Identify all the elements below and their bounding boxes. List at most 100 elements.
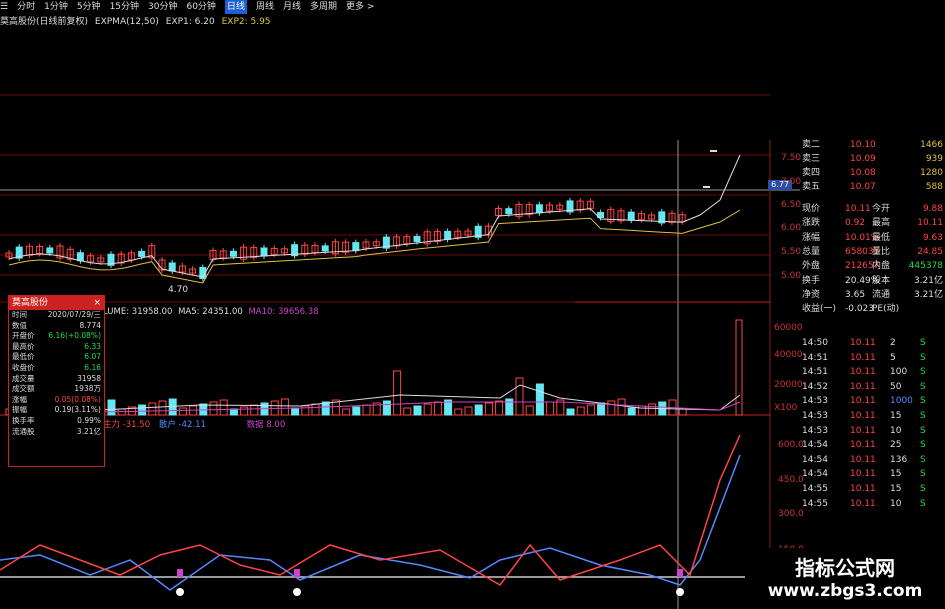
- volume-bar: [403, 407, 412, 416]
- tick-row: 14:54 10.11 136 S: [800, 454, 945, 466]
- tick-side: S: [920, 498, 926, 509]
- quote-label: 流通: [872, 289, 891, 300]
- tick-time: 14:51: [802, 367, 828, 378]
- tick-price: 10.11: [850, 425, 876, 436]
- data-window-key: 时间: [12, 310, 27, 319]
- order-volume: 1466: [920, 140, 943, 150]
- tick-row: 14:51 10.11 5 S: [800, 352, 945, 364]
- volume-bar: [648, 403, 657, 416]
- candle-body: [505, 208, 513, 215]
- quote-row: 涨幅 10.01% 最低 9.63: [800, 232, 945, 244]
- period-tab[interactable]: 日线: [224, 0, 247, 14]
- volume-bar: [168, 398, 177, 416]
- volume-bar: [597, 402, 606, 416]
- data-window-title: 莫高股份: [12, 298, 49, 308]
- volume-bar: [250, 404, 259, 416]
- tick-row: 14:52 10.11 50 S: [800, 381, 945, 393]
- data-window-value: 6.33: [84, 341, 101, 351]
- order-volume: 1280: [920, 168, 943, 178]
- quote-value: 24.85: [917, 246, 943, 257]
- period-tab[interactable]: 月线: [283, 0, 301, 14]
- tick-price: 10.11: [850, 367, 876, 378]
- period-tab[interactable]: 1分钟: [44, 0, 68, 14]
- tick-volume: 1000: [890, 396, 913, 407]
- watermark-url: www.zbgs3.com: [767, 581, 923, 601]
- period-tab[interactable]: 多周期: [310, 0, 337, 14]
- data-window-row: 数值 8.774: [9, 321, 104, 332]
- candle-body: [627, 211, 635, 221]
- quote-label: 股本: [872, 275, 891, 286]
- tick-side: S: [920, 454, 926, 465]
- volume-bar: [607, 400, 616, 416]
- tick-volume: 5: [890, 352, 896, 363]
- volume-axis-label: 20000: [774, 380, 803, 390]
- buy-signal-icon: [176, 588, 184, 596]
- period-tab[interactable]: 15分钟: [110, 0, 139, 14]
- quote-value: -0.023: [845, 304, 875, 315]
- quote-value: 0.92: [845, 218, 866, 229]
- quote-value: 445378: [908, 261, 943, 272]
- quote-label: 涨跌: [802, 218, 821, 229]
- quote-value: 10.11: [917, 218, 943, 229]
- price-axis-label: 6.50: [781, 200, 802, 210]
- data-window-key: 涨幅: [12, 394, 27, 404]
- data-window-header[interactable]: 莫高股份 ×: [9, 296, 104, 310]
- data-window-row: 换手率 0.99%: [9, 416, 104, 427]
- order-label: 卖四: [802, 168, 821, 178]
- tick-side: S: [920, 396, 926, 407]
- volume-bar: [678, 408, 687, 416]
- volume-axis-unit: X100: [774, 403, 798, 413]
- volume-bar: [525, 405, 534, 416]
- volume-bar: [505, 398, 514, 416]
- tick-row: 14:51 10.11 100 S: [800, 366, 945, 378]
- tick-time: 14:53: [802, 425, 828, 436]
- tick-row: 14:55 10.11 15 S: [800, 483, 945, 495]
- data-window-key: 最低价: [12, 352, 35, 362]
- period-tab[interactable]: 周线: [256, 0, 274, 14]
- quote-label: 涨幅: [802, 232, 821, 243]
- quote-label: 最低: [872, 232, 891, 243]
- order-book-row: 卖三 10.09 939: [800, 153, 945, 165]
- tick-volume: 10: [890, 498, 902, 509]
- volume-axis-label: 60000: [774, 323, 803, 333]
- tick-price: 10.11: [850, 381, 876, 392]
- exp1-value: EXP1: 6.20: [165, 17, 215, 27]
- tick-side: S: [920, 440, 926, 451]
- limit-up-candle: [703, 186, 710, 188]
- volume-ma5: MA5: 24351.00: [178, 307, 243, 317]
- tick-time: 14:52: [802, 381, 828, 392]
- tick-time: 14:53: [802, 396, 828, 407]
- period-tab[interactable]: 60分钟: [186, 0, 215, 14]
- quote-row: 涨跌 0.92 最高 10.11: [800, 217, 945, 229]
- data-window-value: 2020/07/29/三: [47, 310, 101, 319]
- tick-volume: 15: [890, 411, 902, 421]
- buy-signal-icon: [676, 588, 684, 596]
- indicator-name: EXPMA(12,50): [94, 17, 159, 27]
- indicator-main: 主力 -31.50: [103, 420, 151, 430]
- price-axis-label: 5.00: [781, 271, 802, 281]
- quote-label: PE(动): [872, 304, 900, 315]
- volume-bar: [413, 405, 422, 416]
- volume-bar: [280, 398, 289, 416]
- volume-bar: [240, 406, 249, 416]
- period-tab[interactable]: 30分钟: [148, 0, 177, 14]
- data-window[interactable]: 莫高股份 × 时间 2020/07/29/三 数值 8.774 开盘价 6.16(+0.0…: [8, 295, 105, 467]
- data-window-key: 最高价: [12, 341, 35, 351]
- volume-bar: [107, 399, 116, 416]
- tick-volume: 2: [890, 338, 896, 348]
- quote-value: 9.88: [922, 204, 943, 214]
- volume-bar: [321, 401, 330, 416]
- price-axis-label: 6.00: [781, 223, 802, 233]
- menu-icon[interactable]: ☰: [0, 0, 8, 14]
- exp2-value: EXP2: 5.95: [221, 17, 271, 27]
- tick-time: 14:55: [802, 484, 828, 494]
- period-tab[interactable]: 5分钟: [77, 0, 101, 14]
- close-icon[interactable]: ×: [93, 296, 101, 310]
- volume-bar: [566, 408, 575, 416]
- period-tab[interactable]: 更多 >: [346, 0, 374, 14]
- main-force-line: [0, 434, 741, 586]
- period-tab[interactable]: 分时: [17, 0, 35, 14]
- data-window-value: 31958: [77, 373, 101, 383]
- volume-bar: [178, 407, 187, 416]
- volume-bar: [735, 319, 743, 416]
